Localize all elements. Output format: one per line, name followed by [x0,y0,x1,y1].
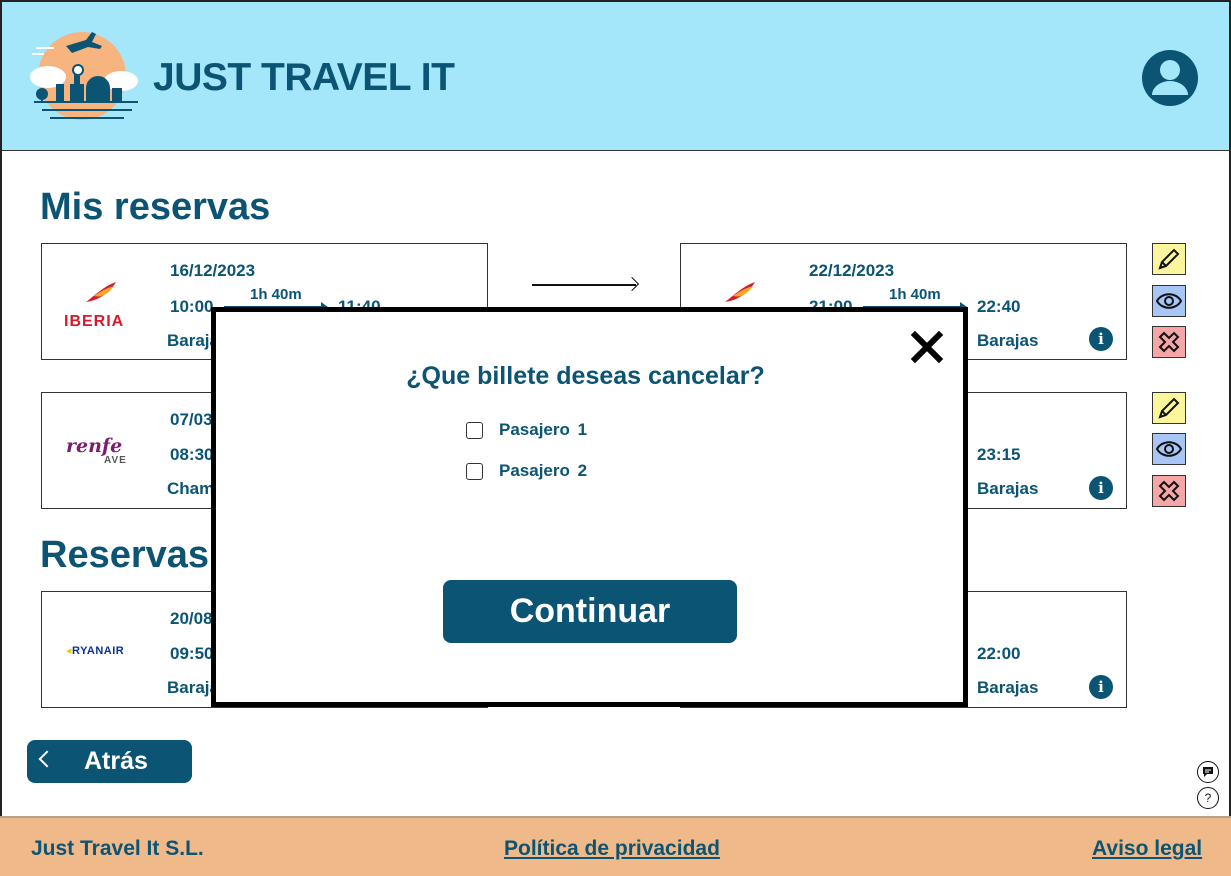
info-icon[interactable]: i [1089,327,1113,351]
cross-icon [1158,480,1180,502]
passenger-checkbox[interactable] [466,421,483,439]
legal-notice-link[interactable]: Aviso legal [1092,837,1202,861]
trip-date: 07/03 [170,410,213,429]
brand-logo-icon [30,32,138,120]
station-name: Barajas [977,331,1039,350]
arrival-time: 22:40 [977,297,1021,316]
brand-title: JUST TRAVEL IT [153,56,455,99]
header: JUST TRAVEL IT [0,0,1231,151]
station-name: Barajas [977,678,1039,697]
view-booking-button[interactable] [1152,285,1186,317]
departure-time: 08:30 [170,445,214,464]
arrival-time: 22:00 [977,644,1021,663]
edit-booking-button[interactable] [1152,392,1186,424]
departure-time: 09:50 [170,644,214,663]
info-icon[interactable]: i [1089,675,1113,699]
user-account-icon[interactable] [1141,49,1199,107]
trip-date: 22/12/2023 [809,261,895,280]
carrier-sub-name: AVE [104,455,127,466]
company-name: Just Travel It S.L. [31,837,204,860]
continue-button[interactable]: Continuar [443,580,737,643]
passenger-checkbox[interactable] [466,462,483,480]
station-name: Barajas [977,479,1039,498]
cross-icon [1158,331,1180,353]
passenger-label: Pasajero 1 [499,420,588,439]
departure-time: 10:00 [170,297,214,316]
eye-icon [1156,293,1182,309]
info-icon[interactable]: i [1089,476,1113,500]
iberia-logo-icon [86,282,116,302]
cancel-ticket-dialog: ¿Que billete deseas cancelar? Pasajero 1… [211,307,968,707]
round-trip-arrow-icon [532,284,636,286]
trip-date: 16/12/2023 [170,261,256,280]
chat-icon[interactable] [1197,761,1219,783]
station-name: Cham [167,479,215,498]
carrier-name: renfe [66,435,123,457]
trip-duration: 1h 40m [889,286,941,303]
delete-booking-button[interactable] [1152,326,1186,358]
page-title: Mis reservas [40,186,271,228]
passenger-label: Pasajero 2 [499,461,588,480]
passenger-option[interactable]: Pasajero 2 [466,461,587,481]
back-button-label: Atrás [84,747,148,775]
edit-booking-button[interactable] [1152,243,1186,275]
dialog-question: ¿Que billete deseas cancelar? [406,362,765,390]
arrival-time: 23:15 [977,445,1021,464]
pencil-icon [1158,248,1180,270]
close-icon[interactable] [910,330,944,364]
trip-date: 20/08 [170,609,213,628]
eye-icon [1156,441,1182,457]
footer: Just Travel It S.L. Política de privacid… [0,816,1231,876]
passenger-option[interactable]: Pasajero 1 [466,420,587,440]
help-icon[interactable]: ? [1197,787,1219,809]
privacy-policy-link[interactable]: Política de privacidad [504,837,720,861]
carrier-name: IBERIA [64,313,125,330]
back-button[interactable]: Atrás [27,740,192,783]
trip-duration: 1h 40m [250,286,302,303]
pencil-icon [1158,397,1180,419]
delete-booking-button[interactable] [1152,475,1186,507]
iberia-logo-icon [725,282,755,302]
view-booking-button[interactable] [1152,433,1186,465]
chevron-left-icon [38,750,56,768]
section-title: Reservas [40,534,210,576]
carrier-name: ◂RYANAIR [66,645,125,657]
